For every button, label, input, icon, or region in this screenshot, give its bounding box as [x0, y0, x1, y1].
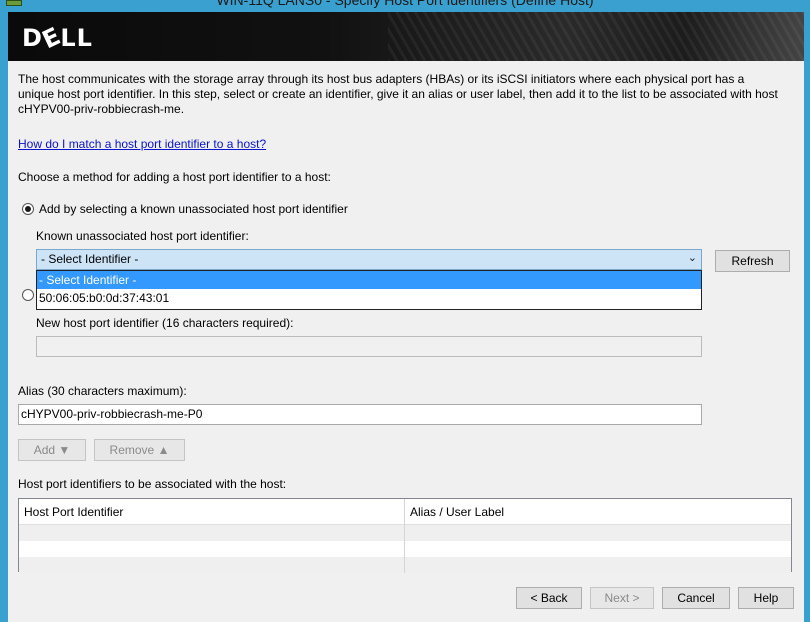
radio-new-identifier[interactable]	[22, 289, 34, 301]
table-row	[19, 541, 791, 557]
table-header: Host Port Identifier Alias / User Label	[19, 499, 791, 525]
refresh-button[interactable]: Refresh	[715, 250, 790, 272]
dell-logo: DELL	[22, 21, 93, 55]
brand-banner: DELL	[8, 12, 804, 61]
column-header-identifier[interactable]: Host Port Identifier	[19, 499, 405, 525]
dropdown-option[interactable]: 50:06:05:b0:0d:37:43:01	[37, 289, 701, 307]
method-prompt: Choose a method for adding a host port i…	[18, 170, 331, 184]
next-button[interactable]: Next >	[590, 587, 654, 609]
new-identifier-label: New host port identifier (16 characters …	[36, 316, 294, 330]
column-header-alias[interactable]: Alias / User Label	[405, 499, 504, 525]
chevron-down-icon: ⌄	[687, 252, 697, 264]
help-link[interactable]: How do I match a host port identifier to…	[18, 137, 266, 151]
back-button[interactable]: < Back	[516, 587, 582, 609]
table-row	[19, 557, 791, 573]
new-identifier-input[interactable]	[36, 336, 702, 357]
cancel-button[interactable]: Cancel	[662, 587, 730, 609]
title-bar: WIN-11Q LANS0 - Specify Host Port Identi…	[0, 0, 810, 12]
add-button[interactable]: Add ▼	[18, 439, 86, 461]
radio-known-label: Add by selecting a known unassociated ho…	[39, 202, 348, 216]
dialog-window: DELL The host communicates with the stor…	[8, 12, 804, 622]
table-row	[19, 525, 791, 541]
dropdown-option[interactable]: - Select Identifier -	[37, 271, 701, 289]
associated-identifiers-table[interactable]: Host Port Identifier Alias / User Label	[18, 498, 792, 573]
radio-known-identifier[interactable]	[22, 203, 34, 215]
window-title: WIN-11Q LANS0 - Specify Host Port Identi…	[216, 0, 594, 8]
description-text: The host communicates with the storage a…	[18, 72, 778, 116]
known-identifier-select[interactable]: - Select Identifier - ⌄	[36, 249, 702, 270]
banner-pattern	[388, 12, 804, 61]
help-button[interactable]: Help	[738, 587, 794, 609]
remove-button[interactable]: Remove ▲	[94, 439, 185, 461]
identifier-dropdown-list: - Select Identifier - 50:06:05:b0:0d:37:…	[36, 270, 702, 310]
alias-label: Alias (30 characters maximum):	[18, 384, 187, 398]
known-identifier-select-value: - Select Identifier -	[41, 252, 139, 266]
alias-input[interactable]: cHYPV00-priv-robbiecrash-me-P0	[18, 404, 702, 425]
known-identifier-label: Known unassociated host port identifier:	[36, 229, 249, 243]
associated-label: Host port identifiers to be associated w…	[18, 477, 287, 491]
